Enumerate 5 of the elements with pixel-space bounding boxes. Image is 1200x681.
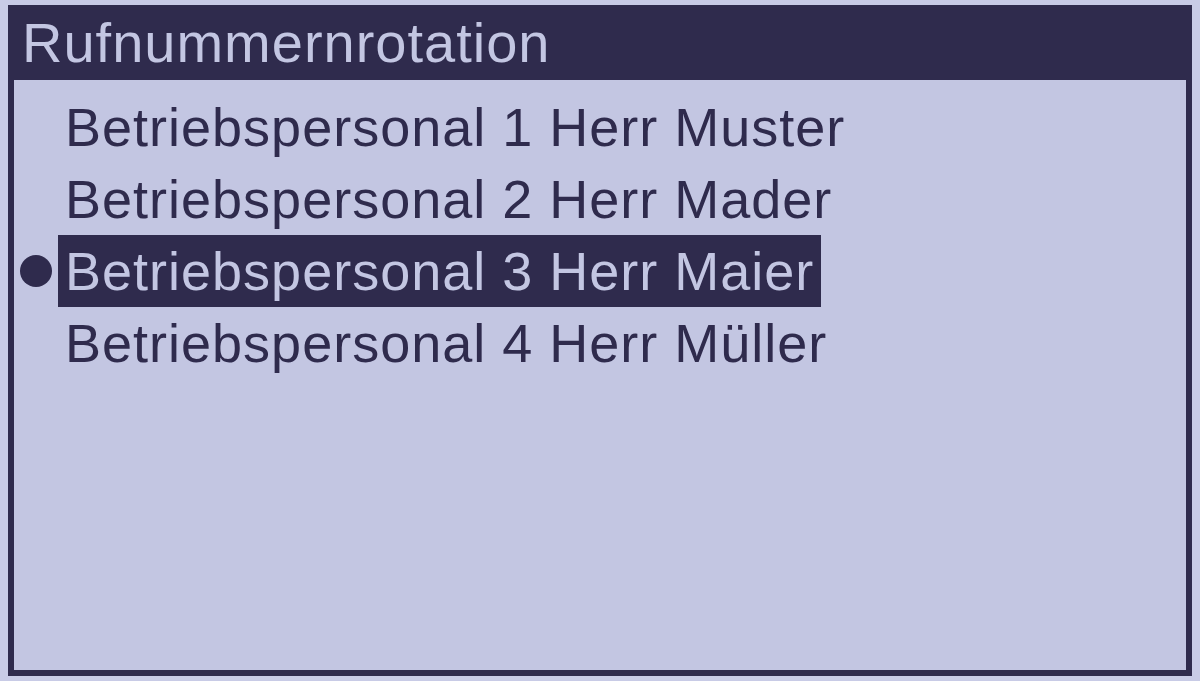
screen-title: Rufnummernrotation	[22, 14, 551, 71]
menu-item[interactable]: Betriebspersonal 1 Herr Muster	[58, 91, 853, 163]
menu-item[interactable]: Betriebspersonal 3 Herr Maier	[58, 235, 822, 307]
menu-item[interactable]: Betriebspersonal 4 Herr Müller	[58, 307, 835, 379]
menu-item[interactable]: Betriebspersonal 2 Herr Mader	[58, 163, 840, 235]
